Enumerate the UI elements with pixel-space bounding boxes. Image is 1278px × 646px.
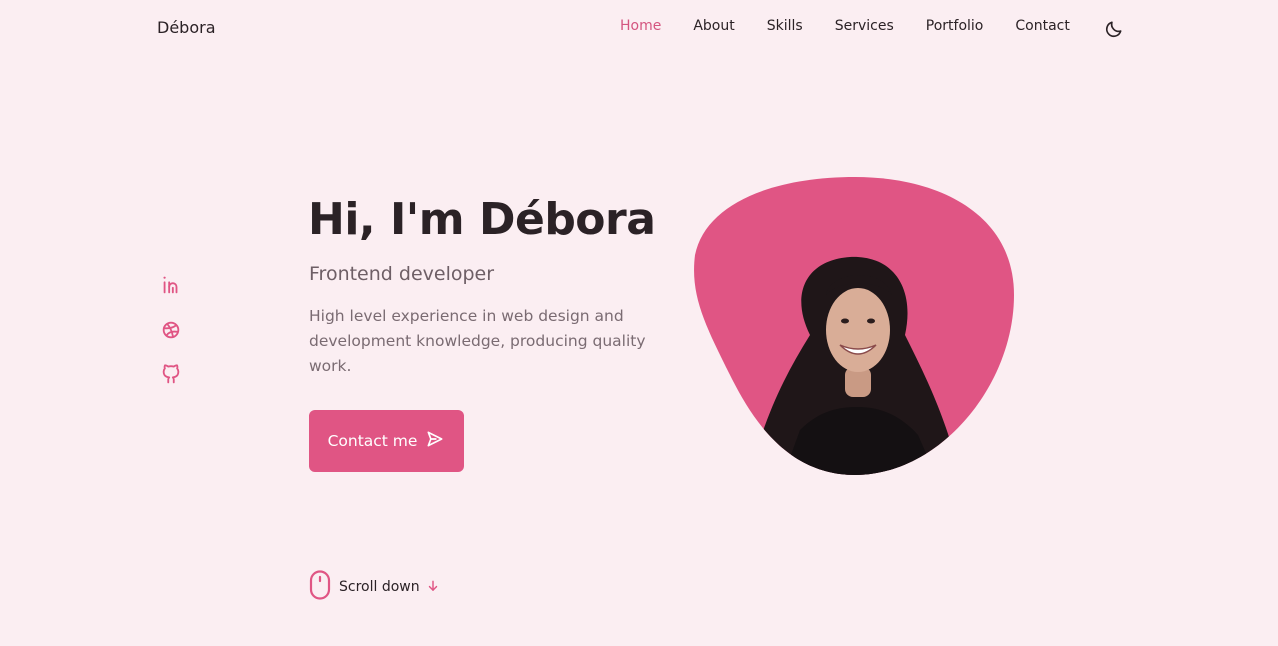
hero-subtitle: Frontend developer [309,263,495,285]
scroll-down-link[interactable]: Scroll down [309,570,440,604]
dribbble-icon[interactable] [160,319,182,341]
nav-home[interactable]: Home [620,18,661,34]
header: Débora Home About Skills Services Portfo… [0,0,1278,58]
contact-me-label: Contact me [327,432,418,450]
send-icon [425,429,445,453]
hero-title: Hi, I'm Débora [308,194,656,245]
profile-photo [690,175,1020,480]
nav-services[interactable]: Services [835,18,894,34]
social-links [160,274,182,409]
linkedin-icon[interactable] [160,274,182,296]
page: Débora Home About Skills Services Portfo… [0,0,1278,646]
contact-me-button[interactable]: Contact me [309,410,464,472]
nav-portfolio[interactable]: Portfolio [926,18,984,34]
nav-about[interactable]: About [693,18,734,34]
main-nav: Home About Skills Services Portfolio Con… [620,18,1102,34]
hero-description: High level experience in web design and … [309,307,646,375]
logo[interactable]: Débora [157,18,216,37]
nav-contact[interactable]: Contact [1015,18,1069,34]
arrow-down-icon [426,578,440,597]
nav-skills[interactable]: Skills [767,18,803,34]
moon-icon[interactable] [1104,19,1124,39]
mouse-icon [309,570,331,604]
scroll-down-label: Scroll down [339,579,420,595]
github-icon[interactable] [160,364,182,386]
